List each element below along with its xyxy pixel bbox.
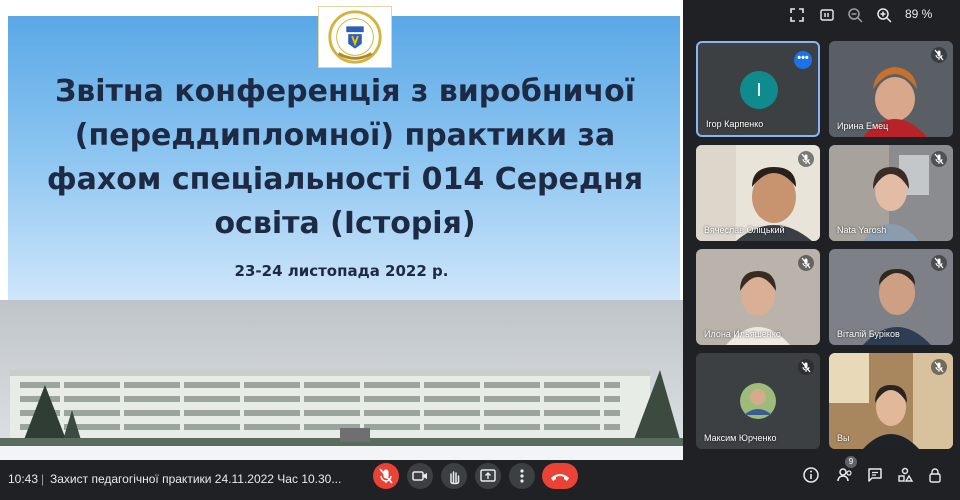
divider: | [41, 472, 45, 486]
presentation-slide: Звітна конференція з виробничої (передди… [0, 0, 683, 460]
mic-off-icon [931, 359, 947, 375]
participant-name: Ирина Емец [837, 121, 889, 131]
present-screen-button[interactable] [475, 463, 501, 489]
participant-name: Вы [837, 433, 850, 443]
zoom-out-icon[interactable] [846, 6, 864, 24]
participant-tile[interactable]: Віталій Буріков [829, 249, 953, 345]
shared-screen: Звітна конференція з виробничої (передди… [0, 0, 683, 460]
building-photo [0, 300, 683, 460]
host-controls-button[interactable] [926, 466, 944, 484]
university-logo [318, 6, 392, 68]
slide-title-line: фахом спеціальності 014 Середня [46, 162, 644, 197]
participant-tile[interactable]: Ирина Емец [829, 41, 953, 137]
participant-tile[interactable]: І ••• Ігор Карпенко [696, 41, 820, 137]
zoom-in-icon[interactable] [875, 6, 893, 24]
participant-tile[interactable]: Вячеслав Оліцький [696, 145, 820, 241]
mic-off-icon [798, 359, 814, 375]
mic-off-icon [931, 151, 947, 167]
slide-title-line: освіта (Історія) [214, 206, 476, 241]
slide-title-line: (переддипломної) практики за [74, 118, 616, 153]
leave-call-button[interactable] [542, 463, 578, 489]
people-button[interactable] [836, 466, 854, 484]
meeting-details-button[interactable] [802, 466, 820, 484]
participant-tile[interactable]: Максим Юрченко [696, 353, 820, 449]
people-count-badge: 9 [845, 456, 857, 468]
participant-name: Максим Юрченко [704, 433, 777, 443]
participant-name: Вячеслав Оліцький [704, 225, 785, 235]
participant-name: Ігор Карпенко [706, 119, 764, 129]
slide-title-line: Звітна конференція з виробничої [54, 74, 636, 109]
more-options-icon[interactable]: ••• [794, 51, 812, 69]
slide-title: Звітна конференція з виробничої (передди… [20, 70, 670, 246]
more-options-button[interactable] [509, 463, 535, 489]
participant-name: Илона Ильяшенко [704, 329, 781, 339]
zoom-level: 89 % [905, 7, 933, 21]
participant-tile[interactable]: Илона Ильяшенко [696, 249, 820, 345]
fullscreen-icon[interactable] [788, 6, 806, 24]
raise-hand-button[interactable] [441, 463, 467, 489]
mic-off-icon [798, 255, 814, 271]
mic-off-icon [931, 255, 947, 271]
slide-date: 23-24 листопада 2022 р. [234, 262, 449, 280]
participant-name: Nata Yarosh [837, 225, 887, 235]
participant-tile[interactable]: Nata Yarosh [829, 145, 953, 241]
chat-button[interactable] [866, 466, 884, 484]
participant-tile[interactable]: Вы [829, 353, 953, 449]
meeting-clock: 10:43 [8, 472, 39, 486]
mic-toggle-button[interactable] [373, 463, 399, 489]
fit-icon[interactable] [818, 6, 836, 24]
participant-name: Віталій Буріков [837, 329, 900, 339]
mic-off-icon [798, 151, 814, 167]
meet-window: Звітна конференція з виробничої (передди… [0, 0, 960, 500]
mic-off-icon [931, 47, 947, 63]
meeting-title: Захист педагогічної практики 24.11.2022 … [50, 472, 342, 486]
activities-button[interactable] [896, 466, 914, 484]
camera-toggle-button[interactable] [407, 463, 433, 489]
avatar: І [740, 71, 778, 109]
